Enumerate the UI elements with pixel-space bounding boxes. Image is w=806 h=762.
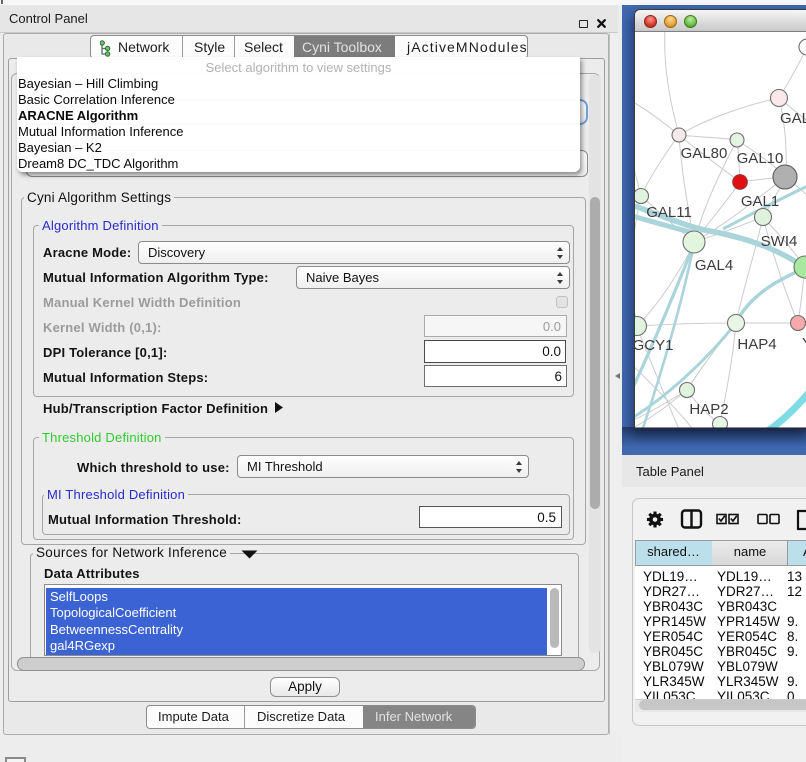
svg-text:GAL80: GAL80 <box>681 145 728 162</box>
svg-text:GAL: GAL <box>780 110 806 127</box>
svg-text:GAL1: GAL1 <box>741 193 779 210</box>
svg-text:Y: Y <box>802 335 806 352</box>
svg-text:GAL11: GAL11 <box>646 204 692 221</box>
svg-text:GAL4: GAL4 <box>695 257 733 274</box>
svg-text:GAL10: GAL10 <box>737 150 784 167</box>
svg-text:HAP2: HAP2 <box>689 401 728 418</box>
svg-text:HAP4: HAP4 <box>737 336 776 353</box>
svg-text:SWI4: SWI4 <box>761 233 798 250</box>
svg-text:GCY1: GCY1 <box>635 337 673 354</box>
